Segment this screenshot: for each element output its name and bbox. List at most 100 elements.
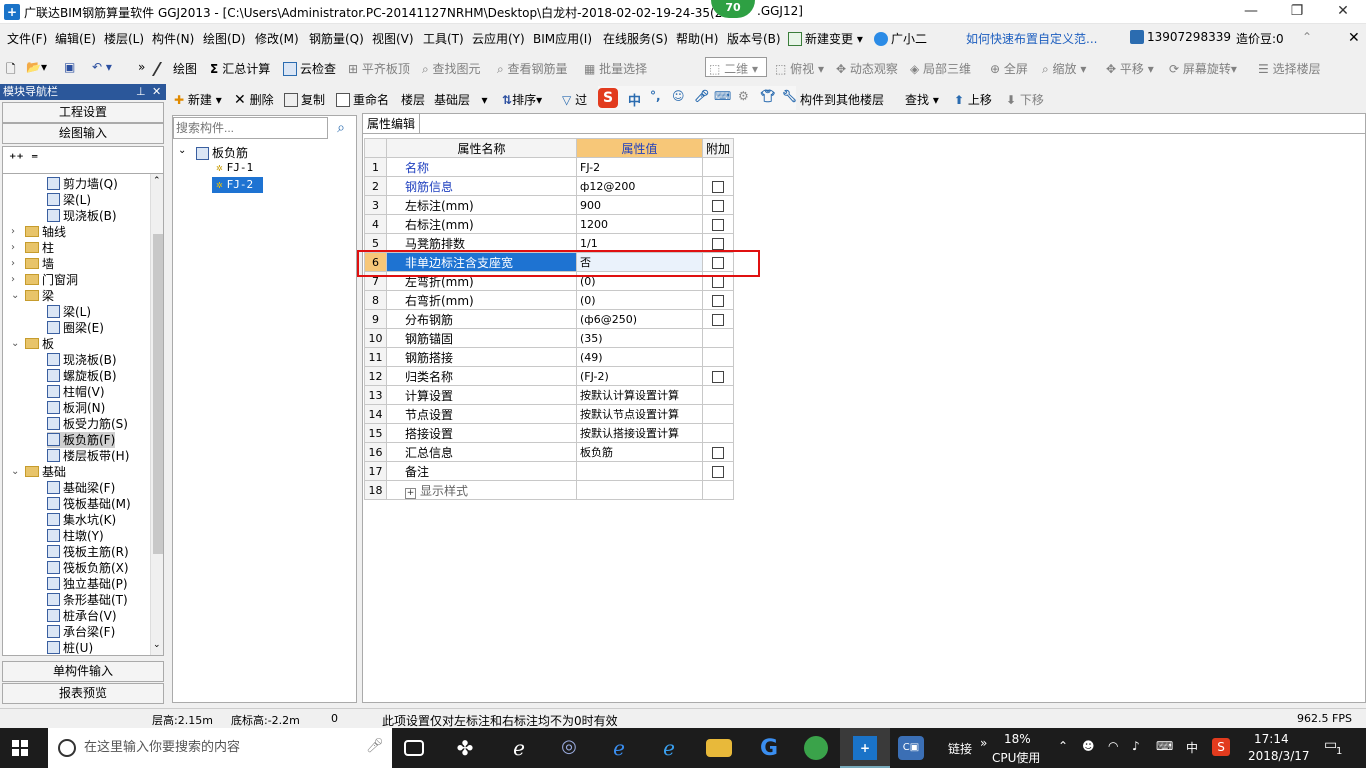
level-top-button[interactable]: ⊞ 平齐板顶 <box>348 60 410 77</box>
tree-item[interactable]: 剪力墙(Q) <box>47 176 118 192</box>
volume-icon[interactable]: ♪ <box>1132 739 1140 753</box>
floor-select[interactable]: 基础层 ▾ <box>434 91 487 108</box>
zoom-button[interactable]: ⌕ 缩放 ▾ <box>1042 60 1086 77</box>
add-checkbox[interactable] <box>712 180 724 193</box>
tree-item[interactable]: 独立基础(P) <box>47 576 128 592</box>
ie-browser-icon[interactable]: ℯ <box>506 736 532 760</box>
property-row[interactable]: 9 分布钢筋 (ф6@250) <box>364 309 735 329</box>
tree-item[interactable]: 板洞(N) <box>47 400 105 416</box>
tree-item[interactable]: 现浇板(B) <box>47 352 117 368</box>
property-value[interactable] <box>576 480 703 500</box>
menu-floor[interactable]: 楼层(L) <box>104 30 144 47</box>
people-icon[interactable]: ☻ <box>1082 739 1095 753</box>
draw-input-button[interactable]: 绘图输入 <box>2 123 164 144</box>
ime-lang-icon[interactable]: 中 <box>628 90 641 109</box>
panel-close-icon[interactable]: ✕ <box>152 84 161 100</box>
tree-expander-icon[interactable]: ⌄ <box>11 288 21 304</box>
add-checkbox[interactable] <box>712 446 724 459</box>
select-floor-button[interactable]: ☰ 选择楼层 <box>1258 60 1321 77</box>
tree-item[interactable]: 楼层板带(H) <box>47 448 129 464</box>
draw-button[interactable]: 绘图 <box>151 60 197 77</box>
tree-collapse-icon[interactable]: ⌄ <box>178 145 186 156</box>
tree-item[interactable]: 桩(U) <box>47 640 93 655</box>
tree-item[interactable]: 柱帽(V) <box>47 384 105 400</box>
keyboard-tray-icon[interactable]: ⌨ <box>1156 739 1173 753</box>
tree-item[interactable]: 筏板负筋(X) <box>47 560 129 576</box>
expand-plus-icon[interactable]: + <box>405 487 416 499</box>
property-value[interactable]: (0) <box>576 290 703 310</box>
tree-expander-icon[interactable]: ⌄ <box>11 464 21 480</box>
edge-icon[interactable]: ℯ <box>606 736 632 760</box>
property-value[interactable]: (FJ-2) <box>576 366 703 386</box>
tree-item[interactable]: 螺旋板(B) <box>47 368 117 384</box>
property-row[interactable]: 18 + 显示样式 <box>364 480 735 500</box>
menu-cloud[interactable]: 云应用(Y) <box>472 30 525 47</box>
cloud-check-button[interactable]: 云检查 <box>283 60 336 77</box>
delete-button[interactable]: ✕ 删除 <box>234 91 274 108</box>
tree-item[interactable]: 现浇板(B) <box>47 208 117 224</box>
find-element-button[interactable]: ⌕ 查找图元 <box>422 60 481 77</box>
property-value[interactable]: 1200 <box>576 214 703 234</box>
property-value[interactable]: (49) <box>576 347 703 367</box>
new-component-button[interactable]: ✚ 新建 ▾ <box>174 91 222 108</box>
tree-item[interactable]: 条形基础(T) <box>47 592 128 608</box>
fullscreen-button[interactable]: ⊕ 全屏 <box>990 60 1028 77</box>
tree-item[interactable]: 基础梁(F) <box>47 480 115 496</box>
property-value[interactable] <box>576 461 703 481</box>
tree-item[interactable]: ⌄ 基础 <box>11 464 66 480</box>
menu-component[interactable]: 构件(N) <box>152 30 194 47</box>
scroll-up-icon[interactable]: ⌃ <box>153 176 161 186</box>
menu-edit[interactable]: 编辑(E) <box>55 30 96 47</box>
tree-item[interactable]: 圈梁(E) <box>47 320 104 336</box>
tree-scroll-thumb[interactable] <box>153 234 163 554</box>
menu-draw[interactable]: 绘图(D) <box>203 30 246 47</box>
pin-icon[interactable]: ⊥ <box>136 84 146 100</box>
tree-item[interactable]: 梁(L) <box>47 192 91 208</box>
property-value[interactable]: 板负筋 <box>576 442 703 462</box>
new-file-icon[interactable]: 🗋 <box>6 60 16 81</box>
menu-rebar[interactable]: 钢筋量(Q) <box>309 30 364 47</box>
sogou-icon[interactable]: S <box>598 88 618 108</box>
toolbox-icon[interactable]: ⚙ <box>738 89 749 103</box>
screen-rotate-button[interactable]: ⟳ 屏幕旋转▾ <box>1169 60 1237 77</box>
property-row[interactable]: 10 钢筋锚固 (35) <box>364 328 735 348</box>
menu-close-icon[interactable]: ✕ <box>1348 30 1360 46</box>
ie-icon[interactable]: ℯ <box>656 736 682 760</box>
sogou-tray-icon[interactable]: S <box>1212 738 1230 756</box>
c-app-icon[interactable]: C▣ <box>898 736 924 760</box>
close-icon[interactable]: ✕ <box>1320 0 1366 24</box>
property-row[interactable]: 17 备注 <box>364 461 735 481</box>
component-item-selected[interactable]: ✲ FJ-2 <box>212 177 263 193</box>
tree-item[interactable]: 筏板主筋(R) <box>47 544 129 560</box>
tree-item[interactable]: 桩承台(V) <box>47 608 117 624</box>
tree-item[interactable]: 板受力筋(S) <box>47 416 128 432</box>
tree-item[interactable]: 板负筋(F) <box>47 432 116 448</box>
tree-item[interactable]: 集水坑(K) <box>47 512 116 528</box>
property-value[interactable]: 按默认计算设置计算 <box>576 385 703 405</box>
active-app-slot[interactable]: + <box>840 728 890 768</box>
cost-beans[interactable]: 造价豆:0 <box>1236 30 1284 47</box>
add-checkbox[interactable] <box>712 370 724 383</box>
tree-expander-icon[interactable]: › <box>11 240 21 256</box>
component-root-node[interactable]: 板负筋 <box>196 144 248 161</box>
menu-version[interactable]: 版本号(B) <box>727 30 781 47</box>
new-change-button[interactable]: 新建变更 ▾ <box>788 30 863 47</box>
property-value[interactable]: FJ-2 <box>576 157 703 177</box>
toolbar-overflow-icon[interactable]: » <box>138 60 145 74</box>
menu-help[interactable]: 帮助(H) <box>676 30 718 47</box>
rename-button[interactable]: 重命名 <box>336 91 389 108</box>
top-view-button[interactable]: ⬚ 俯视 ▾ <box>775 60 824 77</box>
mic-icon[interactable]: 🎤︎ <box>694 89 709 103</box>
microphone-icon[interactable]: 🎤︎ <box>366 738 384 754</box>
copy-button[interactable]: 复制 <box>284 91 325 108</box>
copy-to-floor-button[interactable]: 构件到其他楼层 <box>800 91 884 108</box>
view-mode-select[interactable]: ⬚ 二维 ▾ <box>705 57 767 77</box>
property-value[interactable]: 900 <box>576 195 703 215</box>
find-button[interactable]: 查找 ▾ <box>905 91 939 108</box>
add-checkbox[interactable] <box>712 313 724 326</box>
tray-chevron-icon[interactable]: ⌃ <box>1058 739 1068 753</box>
dynamic-view-button[interactable]: ✥ 动态观察 <box>836 60 898 77</box>
property-value[interactable]: 按默认搭接设置计算 <box>576 423 703 443</box>
menu-modify[interactable]: 修改(M) <box>255 30 299 47</box>
search-icon[interactable]: ⌕ <box>330 117 352 139</box>
